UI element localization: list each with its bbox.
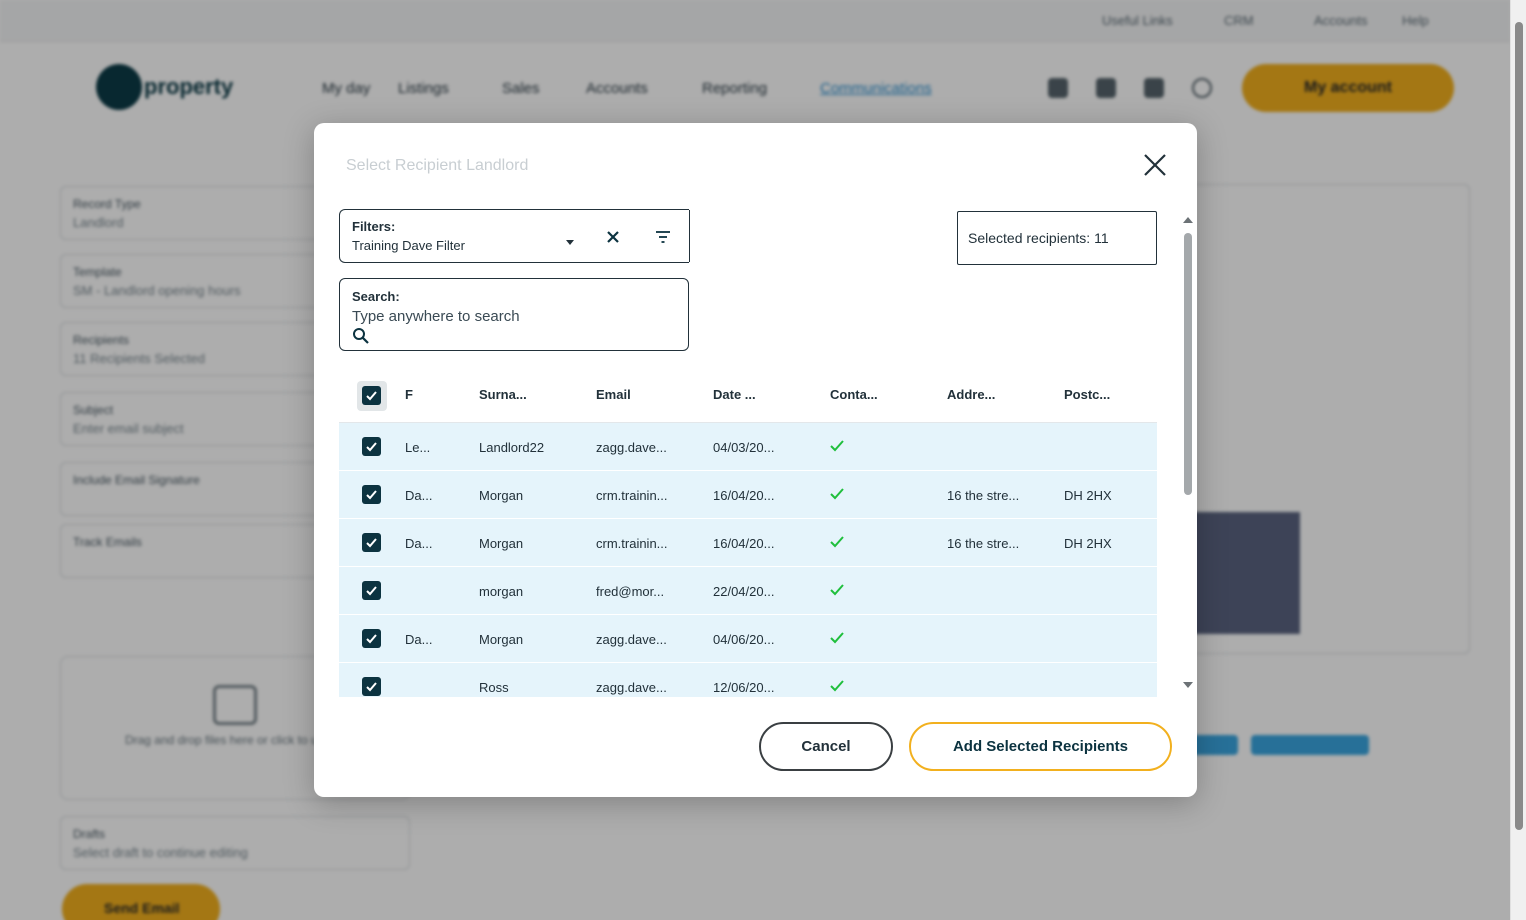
table-scrollbar-thumb[interactable] bbox=[1184, 233, 1192, 495]
search-icon bbox=[353, 328, 369, 344]
cell-surname: Morgan bbox=[479, 632, 524, 647]
search-box[interactable]: Search: bbox=[339, 278, 689, 351]
table-row[interactable]: Da... Morgan crm.trainin... 16/04/20... … bbox=[339, 471, 1157, 519]
table-row[interactable]: morgan fred@mor... 22/04/20... bbox=[339, 567, 1157, 615]
cell-surname: Morgan bbox=[479, 536, 524, 551]
scroll-up-arrow-icon[interactable] bbox=[1183, 217, 1193, 223]
cell-email: zagg.dave... bbox=[596, 440, 667, 455]
filter-lines-icon[interactable] bbox=[654, 228, 672, 246]
cell-postcode: DH 2HX bbox=[1064, 536, 1112, 551]
page-scrollbar-thumb[interactable] bbox=[1515, 22, 1523, 830]
column-header-surname[interactable]: Surna... bbox=[479, 387, 527, 402]
cell-email: zagg.dave... bbox=[596, 680, 667, 695]
recipients-table: F Surna... Email Date ... Conta... Addre… bbox=[339, 371, 1157, 697]
cell-first: Le... bbox=[405, 440, 431, 455]
close-button[interactable] bbox=[1140, 150, 1170, 180]
cell-date: 12/06/20... bbox=[713, 680, 775, 695]
checkbox-checked-icon[interactable] bbox=[362, 629, 381, 648]
modal-title: Select Recipient Landlord bbox=[346, 157, 529, 174]
column-header-address[interactable]: Addre... bbox=[947, 387, 995, 402]
checkbox-checked-icon[interactable] bbox=[362, 437, 381, 456]
cell-address: 16 the stre... bbox=[947, 536, 1020, 551]
cell-email: zagg.dave... bbox=[596, 632, 667, 647]
column-header-contact[interactable]: Conta... bbox=[830, 387, 878, 402]
page-scrollbar[interactable] bbox=[1510, 0, 1526, 920]
scroll-down-arrow-icon[interactable] bbox=[1183, 682, 1193, 688]
tick-icon bbox=[830, 584, 844, 596]
table-scrollbar[interactable] bbox=[1181, 215, 1193, 691]
clear-x-icon[interactable] bbox=[604, 228, 622, 246]
column-header-date[interactable]: Date ... bbox=[713, 387, 756, 402]
cell-email: crm.trainin... bbox=[596, 488, 668, 503]
cell-address: 16 the stre... bbox=[947, 488, 1020, 503]
tick-icon bbox=[830, 488, 844, 500]
checkbox-checked-icon[interactable] bbox=[362, 581, 381, 600]
column-header-email[interactable]: Email bbox=[596, 387, 631, 402]
cell-email: crm.trainin... bbox=[596, 536, 668, 551]
cancel-button[interactable]: Cancel bbox=[759, 722, 893, 771]
dropdown-caret-icon[interactable] bbox=[566, 240, 574, 245]
checkbox-checked-icon[interactable] bbox=[362, 533, 381, 552]
cell-first: Da... bbox=[405, 632, 433, 647]
search-input[interactable] bbox=[352, 306, 672, 326]
filters-label: Filters: bbox=[352, 219, 396, 234]
close-icon bbox=[1144, 154, 1166, 176]
cell-surname: Ross bbox=[479, 680, 509, 695]
table-row[interactable]: Le... Landlord22 zagg.dave... 04/03/20..… bbox=[339, 423, 1157, 471]
filters-dropdown[interactable]: Filters: Training Dave Filter bbox=[339, 209, 690, 263]
cell-postcode: DH 2HX bbox=[1064, 488, 1112, 503]
cell-date: 16/04/20... bbox=[713, 536, 775, 551]
checkbox-checked-icon bbox=[362, 386, 381, 405]
cell-date: 04/06/20... bbox=[713, 632, 775, 647]
cell-surname: Morgan bbox=[479, 488, 524, 503]
select-recipients-modal: Select Recipient Landlord Filters: Train… bbox=[314, 123, 1197, 797]
cell-email: fred@mor... bbox=[596, 584, 665, 599]
tick-icon bbox=[830, 680, 844, 692]
checkbox-checked-icon[interactable] bbox=[362, 485, 381, 504]
table-row[interactable]: Da... Morgan crm.trainin... 16/04/20... … bbox=[339, 519, 1157, 567]
cell-first: Da... bbox=[405, 488, 433, 503]
cell-first: Da... bbox=[405, 536, 433, 551]
selected-recipients-count: Selected recipients: 11 bbox=[957, 211, 1157, 265]
tick-icon bbox=[830, 536, 844, 548]
cell-date: 22/04/20... bbox=[713, 584, 775, 599]
filters-value: Training Dave Filter bbox=[352, 238, 465, 253]
column-header-first[interactable]: F bbox=[405, 387, 413, 402]
add-selected-recipients-button[interactable]: Add Selected Recipients bbox=[909, 722, 1172, 771]
tick-icon bbox=[830, 632, 844, 644]
table-row[interactable]: Da... Morgan zagg.dave... 04/06/20... bbox=[339, 615, 1157, 663]
table-header: F Surna... Email Date ... Conta... Addre… bbox=[339, 371, 1157, 423]
cell-date: 16/04/20... bbox=[713, 488, 775, 503]
search-label: Search: bbox=[352, 289, 400, 304]
column-header-postcode[interactable]: Postc... bbox=[1064, 387, 1110, 402]
cell-surname: Landlord22 bbox=[479, 440, 545, 455]
cell-surname: morgan bbox=[479, 584, 524, 599]
cell-date: 04/03/20... bbox=[713, 440, 775, 455]
select-all-checkbox[interactable] bbox=[357, 381, 387, 411]
checkbox-checked-icon[interactable] bbox=[362, 677, 381, 696]
tick-icon bbox=[830, 440, 844, 452]
table-row[interactable]: Ross zagg.dave... 12/06/20... bbox=[339, 663, 1157, 697]
